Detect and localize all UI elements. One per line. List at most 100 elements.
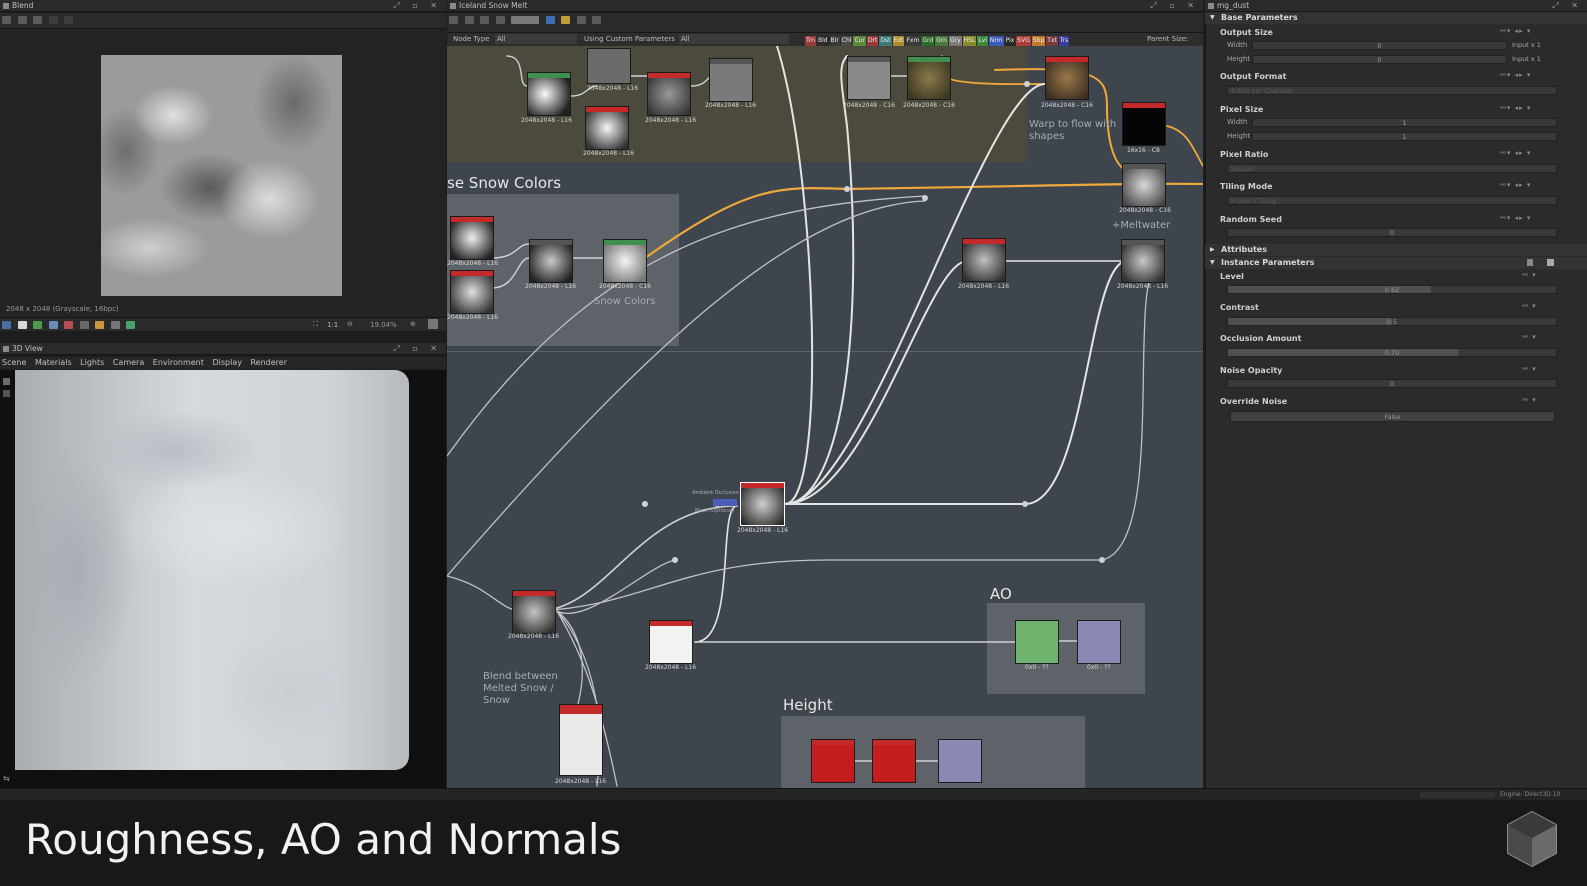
- history-icon[interactable]: [48, 16, 58, 24]
- param-icons[interactable]: ⚯ ▾: [1522, 271, 1537, 279]
- filter-tag[interactable]: Pix: [1004, 36, 1016, 46]
- filter-tag[interactable]: Bld: [816, 36, 829, 46]
- output-height-slider[interactable]: 0: [1252, 55, 1507, 64]
- filter-tag[interactable]: Trs: [1058, 36, 1070, 46]
- window-controls[interactable]: ⤢ ▫ ✕: [393, 0, 442, 12]
- filter-tag[interactable]: Shp: [1031, 36, 1046, 46]
- export-icon[interactable]: [33, 16, 43, 24]
- expand-arrow-icon[interactable]: ▶: [1210, 244, 1215, 256]
- save-icon[interactable]: [2, 16, 11, 24]
- param-icons[interactable]: ⚯▾ ◂▸ ▾: [1500, 214, 1531, 222]
- menu-scene[interactable]: Scene: [2, 358, 26, 367]
- param-icons[interactable]: ⚯ ▾: [1522, 333, 1537, 341]
- tiling-icon[interactable]: [64, 321, 74, 329]
- graph-frame-icon[interactable]: [480, 16, 490, 24]
- filter-tag[interactable]: Fxm: [905, 36, 921, 46]
- port-highlight[interactable]: [713, 499, 737, 506]
- param-icons[interactable]: ⚯ ▾: [1522, 302, 1537, 310]
- noise-opacity-slider[interactable]: 0: [1227, 379, 1557, 388]
- section-attributes[interactable]: ▶ Attributes: [1205, 244, 1587, 256]
- graph-arrow-icon[interactable]: [561, 16, 571, 24]
- pixel-ratio-dropdown[interactable]: Square: [1227, 164, 1557, 173]
- graph-node[interactable]: [450, 216, 494, 260]
- filter-tag[interactable]: Drt: [866, 36, 879, 46]
- histogram-icon[interactable]: [95, 321, 105, 329]
- param-icons[interactable]: ⚯ ▾: [1522, 396, 1537, 404]
- window-controls[interactable]: ⤢ ▫ ✕: [1150, 0, 1199, 12]
- menu-materials[interactable]: Materials: [35, 358, 72, 367]
- menu-environment[interactable]: Environment: [153, 358, 204, 367]
- graph-node[interactable]: [811, 739, 855, 783]
- zoom-out-icon[interactable]: ⊖: [347, 320, 353, 328]
- graph-node[interactable]: [709, 58, 753, 102]
- alpha-icon[interactable]: [17, 321, 27, 329]
- occlusion-slider[interactable]: 0.70: [1227, 348, 1557, 357]
- param-icons[interactable]: ⚯ ▾: [1522, 365, 1537, 373]
- filter-tag[interactable]: Txt: [1046, 36, 1058, 46]
- green-channel-icon[interactable]: [33, 321, 43, 329]
- graph-fit-icon[interactable]: [464, 16, 474, 24]
- tiling-mode-dropdown[interactable]: H and V Tiling: [1227, 196, 1557, 205]
- filter-tag[interactable]: Edt: [892, 36, 905, 46]
- graph-node[interactable]: [512, 590, 556, 634]
- graph-grid-icon[interactable]: [449, 16, 458, 24]
- random-seed-slider[interactable]: 0: [1227, 228, 1557, 237]
- selected-node[interactable]: [740, 482, 785, 526]
- graph-node[interactable]: [1122, 163, 1166, 207]
- menu-lights[interactable]: Lights: [80, 358, 104, 367]
- output-format-dropdown[interactable]: 8 Bits per Channel: [1227, 86, 1557, 95]
- zoom-in-icon[interactable]: ⊕: [410, 320, 416, 328]
- filter-tag[interactable]: HSL: [962, 36, 977, 46]
- graph-node[interactable]: [1122, 102, 1166, 146]
- graph-align-icon[interactable]: [511, 16, 540, 24]
- menu-display[interactable]: Display: [212, 358, 242, 367]
- filter-tag[interactable]: Chl: [840, 36, 853, 46]
- viewport-settings-icon[interactable]: ⇆: [3, 774, 10, 783]
- pixel-height-slider[interactable]: 1: [1252, 132, 1557, 141]
- graph-node[interactable]: [647, 72, 691, 116]
- output-width-inherit[interactable]: Input x 1: [1512, 41, 1541, 49]
- save-preset-icon[interactable]: [1547, 259, 1554, 266]
- graph-info-icon[interactable]: [495, 16, 505, 24]
- param-icons[interactable]: ⚯▾ ◂▸ ▾: [1500, 27, 1531, 35]
- section-base-parameters[interactable]: ▼ Base Parameters: [1205, 12, 1587, 24]
- graph-node[interactable]: [1121, 239, 1165, 283]
- filter-tag[interactable]: Lvl: [977, 36, 988, 46]
- menu-camera[interactable]: Camera: [113, 358, 144, 367]
- graph-node[interactable]: [587, 48, 631, 84]
- lock-icon[interactable]: [428, 319, 438, 329]
- graph-node[interactable]: [585, 106, 629, 150]
- graph-node[interactable]: [1077, 620, 1121, 664]
- fit-icon[interactable]: ⛶: [313, 320, 318, 329]
- snapshot-icon[interactable]: [126, 321, 136, 329]
- collapse-arrow-icon[interactable]: ▼: [1210, 257, 1215, 269]
- graph-node[interactable]: [649, 620, 693, 664]
- output-height-inherit[interactable]: Input x 1: [1512, 55, 1541, 63]
- pixel-width-slider[interactable]: 1: [1252, 118, 1557, 127]
- collapse-arrow-icon[interactable]: ▼: [1210, 12, 1215, 24]
- info-icon[interactable]: [79, 321, 89, 329]
- channel-icon[interactable]: [64, 16, 74, 24]
- graph-settings-icon[interactable]: [592, 16, 602, 24]
- ratio-button[interactable]: 1:1: [327, 321, 338, 329]
- view3d-viewport[interactable]: ⇆: [0, 370, 446, 788]
- filter-tag[interactable]: Nrm: [988, 36, 1004, 46]
- section-instance-parameters[interactable]: ▼ Instance Parameters: [1205, 257, 1587, 269]
- window-controls[interactable]: ⤢ ▫ ✕: [393, 343, 442, 355]
- graph-node-icon[interactable]: [576, 16, 586, 24]
- graph-node[interactable]: [450, 270, 494, 314]
- graph-node[interactable]: [847, 56, 891, 100]
- filter-tag[interactable]: Dst: [879, 36, 892, 46]
- output-width-slider[interactable]: 0: [1252, 41, 1507, 50]
- color-picker-icon[interactable]: [110, 321, 120, 329]
- graph-node[interactable]: [603, 239, 647, 283]
- override-noise-toggle[interactable]: False: [1230, 411, 1555, 422]
- level-slider[interactable]: 0.62: [1227, 285, 1557, 294]
- preset-icon[interactable]: [1527, 259, 1533, 266]
- graph-node[interactable]: [559, 704, 603, 776]
- filter-tag[interactable]: Grn: [935, 36, 948, 46]
- param-icons[interactable]: ⚯▾ ◂▸ ▾: [1500, 149, 1531, 157]
- filter-tag[interactable]: SVG: [1016, 36, 1031, 46]
- graph-link-icon[interactable]: [545, 16, 555, 24]
- node-type-dropdown[interactable]: All: [495, 34, 577, 44]
